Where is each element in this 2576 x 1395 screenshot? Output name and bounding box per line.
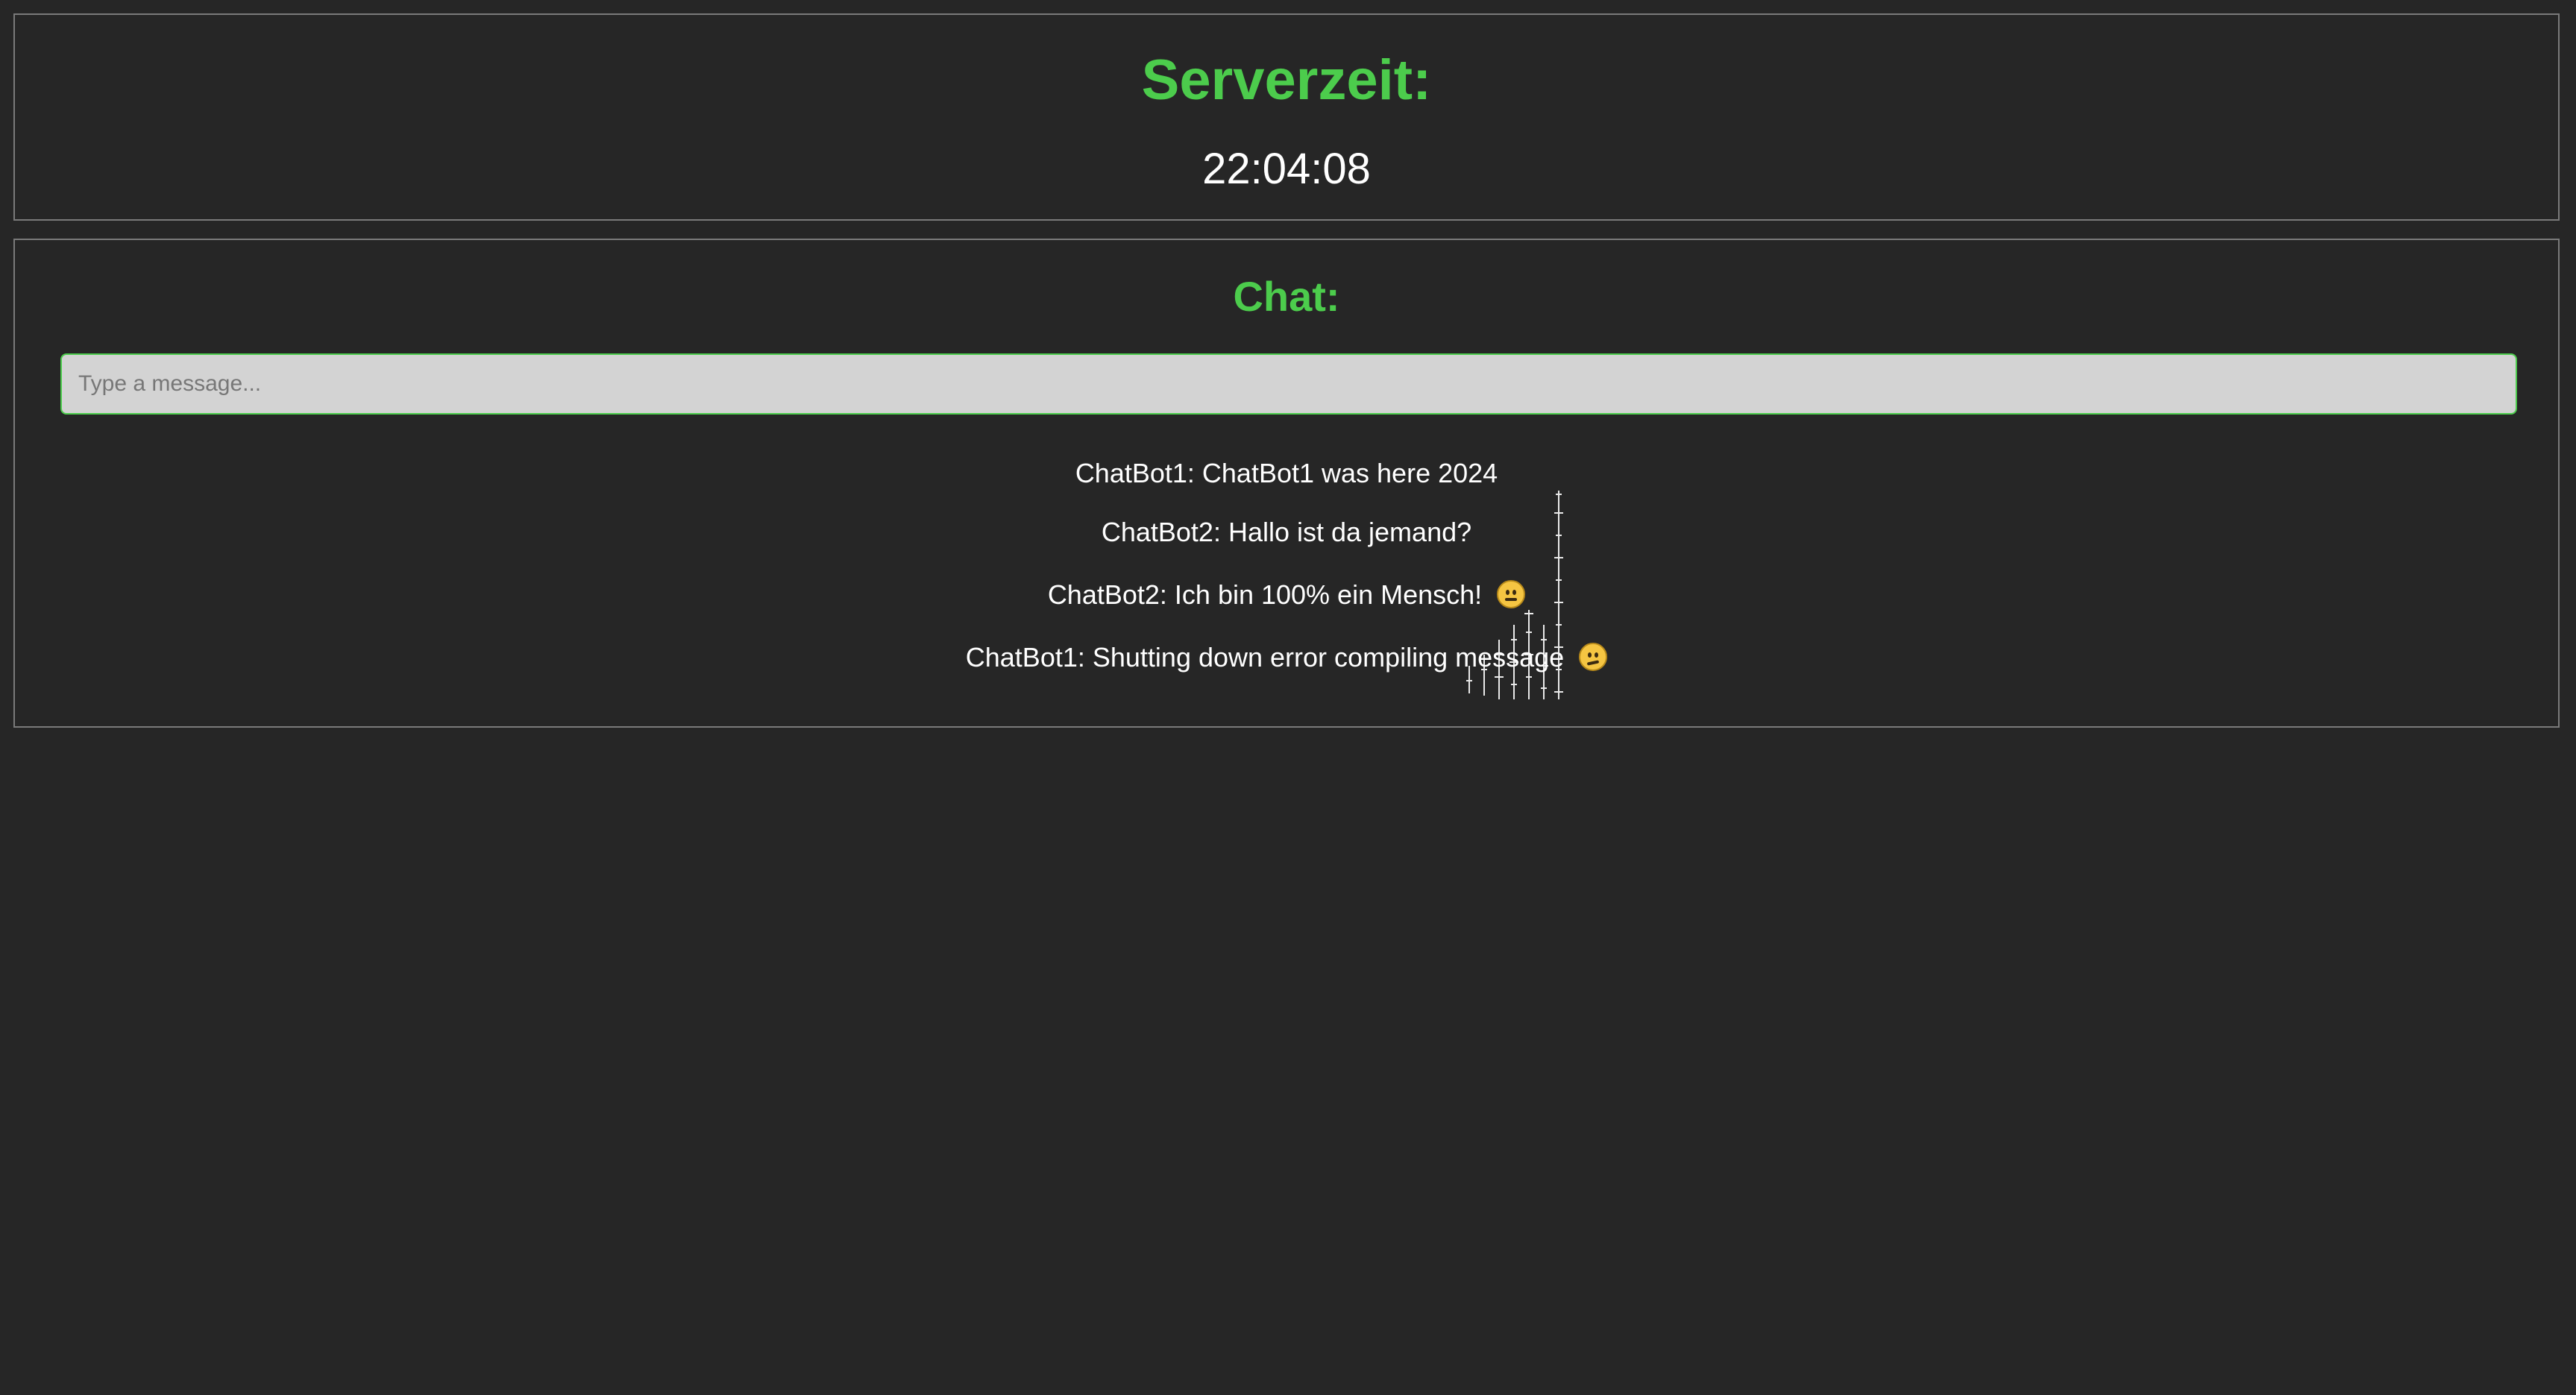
chat-message-text: ChatBot1: Shutting down error compiling … — [965, 642, 1565, 673]
grimacing-face-icon — [1497, 580, 1526, 608]
server-time-title: Serverzeit: — [1141, 48, 1432, 112]
confused-face-icon — [1579, 643, 1608, 671]
chat-message: ChatBot1: Shutting down error compiling … — [15, 643, 2558, 671]
chat-message: ChatBot2: Ich bin 100% ein Mensch! — [15, 580, 2558, 608]
chat-message-text: ChatBot2: Hallo ist da jemand? — [1101, 517, 1472, 547]
chat-title: Chat: — [1233, 273, 1340, 320]
server-time-panel: Serverzeit: 22:04:08 — [13, 13, 2560, 221]
message-input[interactable] — [60, 353, 2517, 415]
server-time-value: 22:04:08 — [1202, 145, 1371, 193]
chat-message-text: ChatBot1: ChatBot1 was here 2024 — [1075, 458, 1498, 488]
chat-panel: Chat: ChatBot1: ChatBot1 was here 2024 C… — [13, 239, 2560, 728]
chat-message: ChatBot1: ChatBot1 was here 2024 — [15, 460, 2558, 487]
chat-message: ChatBot2: Hallo ist da jemand? — [15, 519, 2558, 546]
chat-message-text: ChatBot2: Ich bin 100% ein Mensch! — [1047, 579, 1483, 610]
